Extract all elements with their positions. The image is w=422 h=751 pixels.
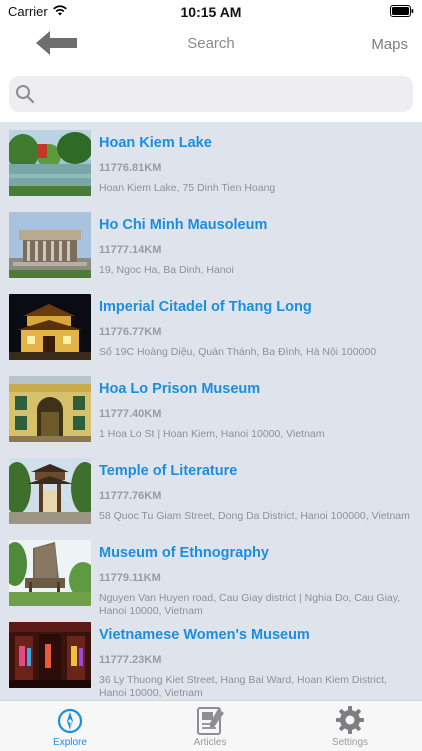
place-photo — [9, 540, 91, 606]
list-item[interactable]: Ho Chi Minh Mausoleum 11777.14KM 19, Ngo… — [0, 204, 422, 286]
place-address: 19, Ngoc Ha, Ba Dinh, Hanoi — [99, 264, 234, 276]
place-photo — [9, 458, 91, 524]
places-list[interactable]: Hoan Kiem Lake 11776.81KM Hoan Kiem Lake… — [0, 122, 422, 700]
place-distance: 11777.40KM — [99, 408, 162, 420]
navigation-bar: Search Maps — [0, 24, 422, 64]
list-item[interactable]: Vietnamese Women's Museum 11777.23KM 36 … — [0, 614, 422, 699]
gear-icon — [334, 705, 366, 735]
place-photo — [9, 376, 91, 442]
list-item[interactable]: Hoa Lo Prison Museum 11777.40KM 1 Hoa Lo… — [0, 368, 422, 450]
place-photo — [9, 294, 91, 360]
place-distance: 11777.76KM — [99, 490, 162, 502]
tab-articles[interactable]: Articles — [140, 701, 280, 751]
place-name: Hoan Kiem Lake — [99, 135, 212, 151]
place-name: Ho Chi Minh Mausoleum — [99, 217, 268, 233]
list-item[interactable]: Museum of Ethnography 11779.11KM Nguyen … — [0, 532, 422, 617]
maps-button[interactable]: Maps — [371, 36, 408, 53]
place-address: 58 Quoc Tu Giam Street, Dong Da District… — [99, 510, 410, 522]
status-bar: Carrier 10:15 AM — [0, 0, 422, 24]
place-name: Vietnamese Women's Museum — [99, 627, 310, 643]
list-item[interactable]: Imperial Citadel of Thang Long 11776.77K… — [0, 286, 422, 368]
tab-bar: Explore Articles Settings — [0, 700, 422, 751]
place-photo — [9, 622, 91, 688]
place-distance: 11776.81KM — [99, 162, 162, 174]
tab-label: Settings — [331, 737, 369, 748]
list-item[interactable]: Temple of Literature 11777.76KM 58 Quoc … — [0, 450, 422, 532]
page-title: Search — [187, 35, 235, 52]
place-photo — [9, 212, 91, 278]
place-name: Museum of Ethnography — [99, 545, 269, 561]
tab-label: Articles — [193, 737, 227, 748]
tab-settings[interactable]: Settings — [280, 701, 420, 751]
place-distance: 11777.14KM — [99, 244, 162, 256]
place-address: 1 Hoa Lo St | Hoan Kiem, Hanoi 10000, Vi… — [99, 428, 325, 440]
place-name: Imperial Citadel of Thang Long — [99, 299, 312, 315]
place-distance: 11777.23KM — [99, 654, 162, 666]
place-address: 36 Ly Thuong Kiet Street, Hang Bai Ward,… — [99, 674, 387, 699]
list-item[interactable]: Hoan Kiem Lake 11776.81KM Hoan Kiem Lake… — [0, 122, 422, 204]
place-name: Hoa Lo Prison Museum — [99, 381, 261, 397]
search-input[interactable] — [43, 82, 407, 108]
clock: 10:15 AM — [180, 4, 242, 20]
compass-icon — [54, 705, 86, 735]
place-address: Hoan Kiem Lake, 75 Dinh Tien Hoang — [99, 182, 276, 194]
place-distance: 11776.77KM — [99, 326, 162, 338]
search-icon — [15, 84, 35, 109]
battery-icon — [390, 5, 414, 20]
place-address: Số 19C Hoàng Diệu, Quán Thánh, Ba Đình, … — [99, 346, 377, 358]
tab-explore[interactable]: Explore — [0, 701, 140, 751]
search-bar[interactable] — [9, 76, 413, 112]
articles-icon — [194, 705, 226, 735]
place-photo — [9, 130, 91, 196]
tab-label: Explore — [53, 737, 87, 748]
place-name: Temple of Literature — [99, 463, 238, 479]
place-distance: 11779.11KM — [99, 572, 161, 584]
search-bar-container — [0, 66, 422, 122]
